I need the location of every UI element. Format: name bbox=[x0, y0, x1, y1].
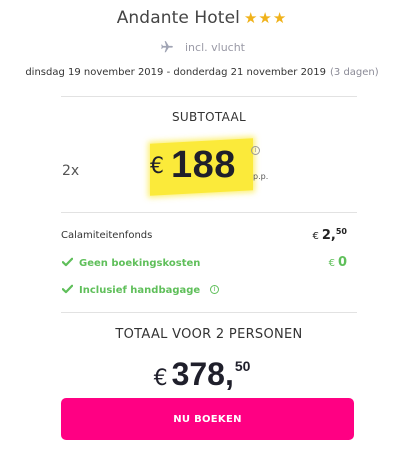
hand-baggage-label: Inclusief handbagage bbox=[79, 285, 201, 296]
price-info-icon[interactable]: i bbox=[251, 146, 260, 155]
total-price: €378,50 bbox=[0, 356, 404, 393]
check-icon bbox=[61, 284, 74, 297]
total-cents: 50 bbox=[234, 358, 251, 374]
per-person-label: p.p. bbox=[253, 172, 269, 181]
travel-dates: dinsdag 19 november 2019 - donderdag 21 … bbox=[0, 67, 404, 78]
divider bbox=[61, 312, 357, 313]
calamity-fund-label: Calamiteitenfonds bbox=[61, 230, 153, 241]
booking-fee-label: Geen boekingskosten bbox=[79, 258, 201, 269]
calamity-cents: 50 bbox=[335, 227, 347, 236]
booking-fee-amount: 0 bbox=[337, 255, 347, 270]
plane-icon bbox=[159, 40, 175, 57]
calamity-currency: € bbox=[312, 231, 319, 242]
star-rating: ★★★ bbox=[243, 9, 288, 27]
calamity-fund-value: €2,50 bbox=[313, 227, 348, 243]
price-per-person: 188 bbox=[171, 144, 236, 186]
trip-duration: (3 dagen) bbox=[330, 67, 379, 78]
hotel-name: Andante Hotel bbox=[116, 8, 240, 28]
baggage-info-icon[interactable]: i bbox=[210, 285, 219, 294]
hand-baggage-row: Inclusief handbagage i bbox=[61, 282, 357, 300]
total-label: TOTAAL VOOR 2 PERSONEN bbox=[115, 327, 303, 342]
booking-fee-value: €0 bbox=[329, 255, 347, 270]
booking-fee-currency: € bbox=[328, 258, 335, 269]
quantity: 2x bbox=[62, 163, 80, 179]
calamity-whole: 2, bbox=[321, 228, 336, 243]
divider bbox=[61, 96, 357, 97]
subtotal-label: SUBTOTAAL bbox=[172, 110, 246, 124]
divider bbox=[61, 212, 357, 213]
booking-fee-row: Geen boekingskosten €0 bbox=[61, 255, 357, 273]
check-icon bbox=[61, 257, 74, 270]
date-range: dinsdag 19 november 2019 - donderdag 21 … bbox=[25, 67, 327, 78]
total-currency: € bbox=[153, 366, 168, 391]
flight-label: incl. vlucht bbox=[185, 41, 245, 54]
total-whole: 378, bbox=[171, 356, 234, 392]
book-now-button[interactable]: NU BOEKEN bbox=[61, 398, 354, 440]
price-currency: € bbox=[150, 154, 164, 179]
hotel-title: Andante Hotel ★★★ bbox=[0, 8, 404, 28]
calamity-fund-row: Calamiteitenfonds €2,50 bbox=[61, 227, 357, 245]
flight-included: incl. vlucht bbox=[0, 40, 404, 57]
